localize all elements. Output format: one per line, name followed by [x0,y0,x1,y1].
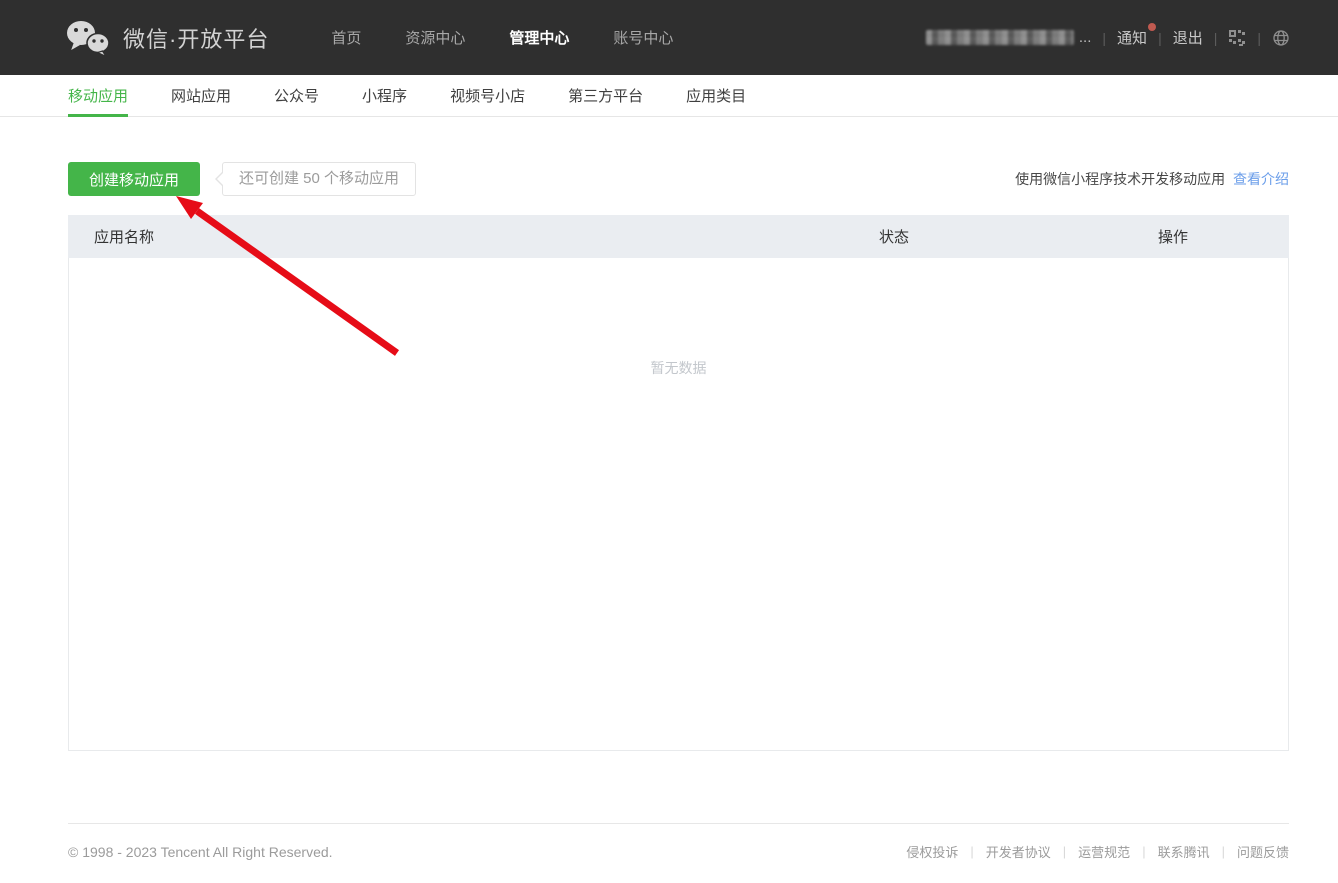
nav-item-home[interactable]: 首页 [331,27,361,48]
page-footer: © 1998 - 2023 Tencent All Right Reserved… [68,824,1289,861]
separator: | [1222,844,1225,859]
notifications-link[interactable]: 通知 [1117,27,1147,48]
footer-link-feedback[interactable]: 问题反馈 [1237,842,1289,861]
separator: | [1142,844,1145,859]
separator: | [1102,30,1106,46]
account-name-ellipsis: ... [1079,29,1092,46]
separator: | [970,844,973,859]
hint-text: 使用微信小程序技术开发移动应用 [1015,171,1225,187]
miniprogram-hint: 使用微信小程序技术开发移动应用 查看介绍 [1015,169,1289,189]
notification-dot [1148,23,1156,31]
footer-link-infringement[interactable]: 侵权投诉 [906,842,958,861]
main-nav: 首页 资源中心 管理中心 账号中心 [331,27,673,48]
app-table: 应用名称 状态 操作 暂无数据 [68,215,1289,751]
footer-link-contact-tencent[interactable]: 联系腾讯 [1158,842,1210,861]
logout-link[interactable]: 退出 [1173,27,1203,48]
table-header-row: 应用名称 状态 操作 [68,215,1289,258]
separator: | [1158,30,1162,46]
main-content: 创建移动应用 还可创建 50 个移动应用 使用微信小程序技术开发移动应用 查看介… [68,162,1289,861]
create-mobile-app-button[interactable]: 创建移动应用 [68,162,200,196]
language-globe-icon[interactable] [1272,29,1290,47]
logo-title: 微信·开放平台 [123,22,269,54]
empty-state-text: 暂无数据 [69,258,1288,378]
column-app-name: 应用名称 [68,226,879,247]
qr-code-icon[interactable] [1228,29,1246,47]
footer-link-operation-rules[interactable]: 运营规范 [1078,842,1130,861]
table-body: 暂无数据 [68,258,1289,751]
wechat-logo-icon [65,19,111,57]
logo[interactable]: 微信·开放平台 [65,19,269,57]
separator: | [1063,844,1066,859]
tab-app-category[interactable]: 应用类目 [686,75,746,116]
footer-link-developer-agreement[interactable]: 开发者协议 [986,842,1051,861]
tab-channels-shop[interactable]: 视频号小店 [450,75,525,116]
column-action: 操作 [1158,226,1289,247]
footer-links: 侵权投诉 | 开发者协议 | 运营规范 | 联系腾讯 | 问题反馈 [906,842,1289,861]
tab-website-app[interactable]: 网站应用 [171,75,231,116]
view-intro-link[interactable]: 查看介绍 [1233,171,1289,187]
nav-item-resource-center[interactable]: 资源中心 [405,27,465,48]
header-right: ... | 通知 | 退出 | [926,27,1290,48]
nav-item-account-center[interactable]: 账号中心 [613,27,673,48]
wechat-open-platform-page: 微信·开放平台 首页 资源中心 管理中心 账号中心 ... | 通知 | 退出 … [0,0,1338,883]
account-name-blurred[interactable] [926,30,1074,45]
copyright-text: © 1998 - 2023 Tencent All Right Reserved… [68,844,333,860]
notifications-label: 通知 [1117,30,1147,47]
nav-item-management-center[interactable]: 管理中心 [509,27,569,48]
tab-mobile-app[interactable]: 移动应用 [68,75,128,116]
app-type-tabbar: 移动应用 网站应用 公众号 小程序 视频号小店 第三方平台 应用类目 [0,75,1338,117]
column-status: 状态 [879,226,1158,247]
tab-official-account[interactable]: 公众号 [274,75,319,116]
tab-mini-program[interactable]: 小程序 [362,75,407,116]
tab-third-party-platform[interactable]: 第三方平台 [568,75,643,116]
separator: | [1257,30,1261,46]
separator: | [1214,30,1218,46]
toolbar: 创建移动应用 还可创建 50 个移动应用 使用微信小程序技术开发移动应用 查看介… [68,162,1289,196]
top-header: 微信·开放平台 首页 资源中心 管理中心 账号中心 ... | 通知 | 退出 … [0,0,1338,75]
quota-tooltip: 还可创建 50 个移动应用 [222,162,416,196]
